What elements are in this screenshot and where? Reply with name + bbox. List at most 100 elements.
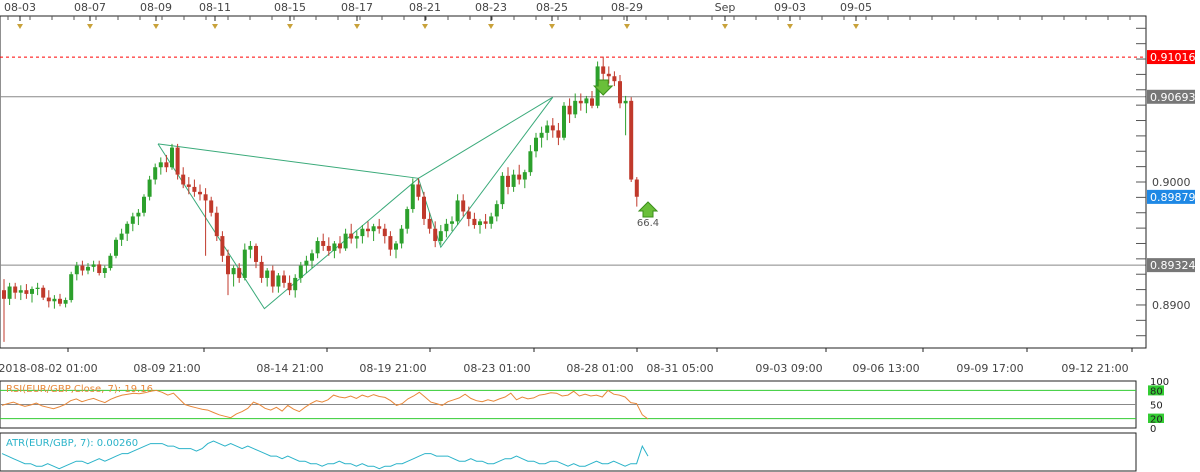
candle-body [170,147,174,168]
bottom-time-label: 08-14 21:00 [256,362,323,375]
candle-body [175,147,180,175]
bottom-time-label: 08-31 05:00 [646,362,713,375]
price-flag-label: 0.91016 [1150,51,1196,64]
candle-body [315,241,320,254]
candle-body [209,200,214,213]
top-date-label: 08-29 [611,1,643,14]
top-date-label: 09-05 [840,1,872,14]
candle-body [494,204,499,217]
candle-body [371,226,376,232]
candle-body [444,223,449,232]
candle-body [556,130,561,138]
candle-body [354,236,359,239]
top-date-label: 08-21 [409,1,441,14]
bottom-time-label: 08-23 01:00 [463,362,530,375]
candle-body [231,268,236,275]
candle-body [203,194,208,201]
candle-body [360,228,365,237]
candle-body [242,249,247,278]
candle-body [466,211,471,219]
candle-body [349,233,354,239]
candle-body [13,286,18,293]
candle-body [590,98,594,106]
candle-body [455,200,460,222]
top-date-label: 08-11 [199,1,231,14]
candle-body [46,297,51,302]
candle-body [80,265,85,271]
candle-body [153,167,158,180]
main-pane-frame [0,15,1147,349]
candle-body [567,105,572,115]
candle-body [254,245,258,262]
bottom-time-axis: 2018-08-02 01:00 08-09 21:00 08-14 21:00 08… [0,348,1133,375]
candle-body [226,255,230,275]
candle-body [517,174,522,180]
candle-body [612,76,617,82]
price-flag-label: 0.89324 [1150,259,1196,272]
candle-body [427,218,432,229]
candle-body [388,236,393,250]
candle-body [248,245,253,250]
candle-body [326,245,331,251]
candle-body [63,300,68,304]
candle-body [618,81,622,104]
candle-body [35,287,40,289]
candle-body [265,270,270,278]
candle-body [343,233,348,249]
candle-body [584,98,589,104]
top-date-label: 08-09 [140,1,172,14]
bottom-time-label: 2018-08-02 01:00 [0,362,98,375]
candle-body [186,184,191,187]
candle-body [7,286,12,299]
atr-label: ATR(EUR/GBP, 7): 0.00260 [6,438,138,449]
rsi-level-label: 80 [1150,386,1163,397]
candle-body [125,223,130,234]
candle-body [108,255,113,269]
candle-body [119,233,124,240]
candle-body [86,266,90,271]
candle-body [573,100,578,115]
candle-body [483,221,488,224]
candle-body [41,287,46,298]
bottom-time-label: 08-09 21:00 [133,362,200,375]
candle-body [198,191,202,195]
candle-body [24,290,29,294]
top-date-label: 08-23 [475,1,507,14]
bottom-time-label: 09-03 09:00 [755,362,822,375]
candle-body [321,241,326,246]
candle-body [377,226,382,229]
candle-body [489,216,494,224]
candle-body [472,218,477,226]
candle-body [30,288,34,294]
candle-body [91,264,96,267]
candle-body [478,221,482,226]
candle-body [164,162,169,168]
rsi-label: RSI(EUR/GBP,Close, 7): 19.16 [6,384,153,395]
candle-body [528,151,533,173]
bottom-time-label: 08-28 01:00 [566,362,633,375]
candle-body [74,265,79,275]
candle-body [332,243,337,251]
candle-body [58,298,62,304]
candle-body [405,209,410,229]
candle-body [578,100,583,104]
top-date-label: 09-03 [774,1,806,14]
candle-body [102,268,107,273]
candle-body [18,290,23,293]
price-flag-label: 0.89879 [1150,191,1196,204]
candle-body [2,290,6,299]
candle-body [545,125,550,133]
candle-body [623,100,628,104]
candle-body [500,175,505,205]
top-date-label: 08-07 [74,1,106,14]
atr-pane-frame [0,432,1137,472]
candle-body [410,184,415,210]
candle-body [399,228,404,244]
candle-body [534,137,538,152]
candle-body [276,275,281,287]
rsi-level-label: 50 [1150,401,1163,412]
candle-body [382,228,387,237]
candle-body [506,175,510,187]
candle-body [181,174,186,185]
candle-body [416,184,421,197]
